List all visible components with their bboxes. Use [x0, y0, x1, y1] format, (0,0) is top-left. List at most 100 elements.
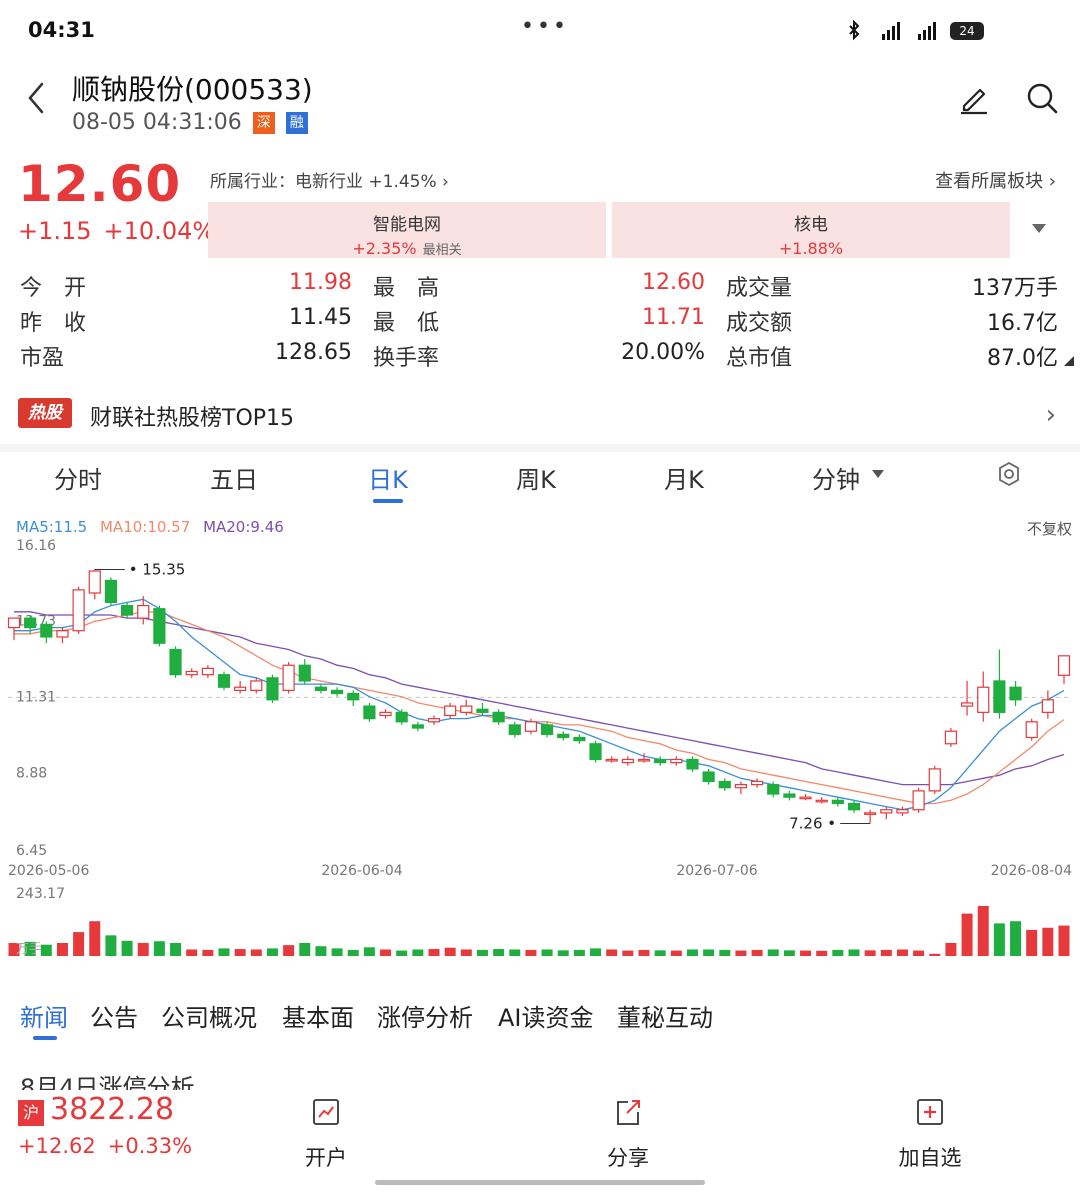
quote-label: 最 高: [373, 276, 440, 301]
settings-icon[interactable]: [996, 461, 1022, 487]
volume-bar: [977, 906, 989, 956]
quote-value: 11.45: [289, 305, 352, 330]
volume-bar: [202, 949, 214, 956]
view-boards-link[interactable]: 查看所属板块 ›: [935, 167, 1056, 193]
y-axis-label: 16.16: [16, 538, 56, 554]
candle-body: [347, 692, 360, 701]
expand-sectors-icon[interactable]: [1032, 224, 1046, 233]
candle-body: [88, 570, 101, 594]
sector-card-smart-grid[interactable]: 智能电网 +2.35% 最相关: [208, 202, 606, 258]
candle-body: [831, 799, 844, 805]
candle-body: [137, 604, 150, 619]
chevron-right-icon: ›: [1045, 400, 1056, 430]
ma5-label: MA5:11.5: [16, 518, 88, 536]
quote-value: 20.00%: [621, 340, 705, 365]
hot-stock-row[interactable]: 热股 财联社热股榜TOP15 ›: [0, 388, 1080, 444]
x-axis-label: 2026-08-04: [991, 863, 1072, 879]
candle-body: [72, 589, 85, 632]
candle-body: [750, 780, 764, 786]
sector-tag: 最相关: [422, 243, 462, 258]
candle-body: [718, 780, 731, 789]
quote-label: 成交额: [726, 311, 793, 336]
candle-body: [1025, 721, 1038, 739]
change-amount: +1.15: [18, 217, 92, 245]
battery-icon: 24: [950, 22, 984, 40]
volume-bar: [460, 949, 472, 956]
volume-bar: [1042, 927, 1054, 956]
price-change: +1.15 +10.04%: [18, 217, 227, 245]
tab-weekly-k[interactable]: 周K: [486, 460, 586, 495]
volume-bar: [40, 944, 52, 956]
tab-intraday[interactable]: 分时: [28, 460, 128, 495]
volume-bar: [961, 913, 973, 956]
news-tabs: 新闻 公告 公司概况 基本面 涨停分析 AI读资金 董秘互动: [0, 994, 1080, 1044]
tab-minute[interactable]: 分钟: [786, 460, 886, 495]
volume-bar: [719, 949, 731, 956]
quote-label: 换手率: [373, 346, 440, 371]
open-account-button[interactable]: 开户: [276, 1098, 376, 1172]
news-tab[interactable]: 公司概况: [161, 998, 257, 1033]
share-label: 分享: [607, 1146, 649, 1170]
chevron-down-icon[interactable]: [872, 470, 884, 478]
news-tab[interactable]: 涨停分析: [377, 998, 473, 1033]
volume-bar: [767, 949, 779, 956]
volume-unit-label: 万手: [16, 942, 42, 957]
stock-header: 顺钠股份(000533) 08-05 04:31:06 深 融: [0, 62, 1080, 142]
candle-body: [977, 686, 990, 713]
volume-bar: [816, 950, 828, 956]
hot-badge: 热股: [18, 398, 72, 428]
candle-body: [1057, 655, 1071, 676]
search-icon[interactable]: [1024, 80, 1060, 116]
volume-bar: [493, 949, 505, 956]
tab-daily-k[interactable]: 日K: [338, 460, 438, 495]
ma10-line: [14, 611, 1065, 805]
industry-link[interactable]: 所属行业：电新行业 +1.45% ›: [210, 167, 449, 192]
volume-bar: [218, 948, 230, 956]
candle-body: [185, 670, 198, 676]
candle-body: [686, 758, 699, 770]
volume-bar: [396, 950, 408, 956]
candle-body: [864, 812, 877, 815]
index-flag: 沪: [18, 1100, 44, 1126]
volume-bar: [347, 949, 359, 956]
candle-body: [427, 718, 441, 723]
volume-bar: [266, 948, 278, 956]
candlestick-chart[interactable]: 16.1613.7311.318.886.45• 15.357.26 •2026…: [0, 536, 1080, 966]
candle-body: [411, 724, 424, 729]
news-tab[interactable]: AI读资金: [498, 998, 594, 1033]
candle-body: [928, 768, 941, 792]
chart-trend-icon: [313, 1099, 339, 1125]
volume-bar: [606, 949, 618, 956]
candle-body: [169, 648, 182, 676]
candle-body: [40, 623, 53, 638]
datetime-text: 08-05 04:31:06: [72, 110, 242, 135]
add-watchlist-button[interactable]: 加自选: [880, 1098, 980, 1172]
news-headline-peek[interactable]: 8月4日涨停分析: [20, 1068, 420, 1090]
tab-monthly-k[interactable]: 月K: [634, 460, 734, 495]
volume-bar: [783, 950, 795, 956]
news-tab[interactable]: 董秘互动: [617, 998, 713, 1033]
expand-corner-icon[interactable]: [1064, 356, 1074, 366]
volume-bar: [121, 940, 133, 956]
sector-percent: +1.88%: [778, 239, 844, 258]
candle-body: [815, 799, 828, 803]
share-button[interactable]: 分享: [578, 1098, 678, 1172]
edit-icon[interactable]: [956, 80, 992, 116]
index-value[interactable]: 3822.28: [50, 1092, 174, 1127]
news-tab[interactable]: 新闻: [20, 998, 68, 1033]
candle-body: [24, 617, 37, 629]
x-axis-label: 2026-05-06: [8, 863, 89, 879]
candle-body: [153, 608, 166, 644]
volume-bar: [509, 949, 521, 956]
candle-body: [363, 705, 376, 720]
candle-body: [589, 743, 602, 761]
candle-body: [605, 758, 618, 762]
news-tab[interactable]: 公告: [90, 998, 138, 1033]
back-icon[interactable]: [22, 78, 50, 118]
tab-five-day[interactable]: 五日: [184, 460, 284, 495]
volume-bar: [993, 923, 1005, 956]
news-tab[interactable]: 基本面: [282, 998, 354, 1033]
sector-card-nuclear[interactable]: 核电 +1.88%: [612, 202, 1010, 258]
volume-bar: [105, 935, 117, 956]
current-price: 12.60: [18, 155, 182, 213]
